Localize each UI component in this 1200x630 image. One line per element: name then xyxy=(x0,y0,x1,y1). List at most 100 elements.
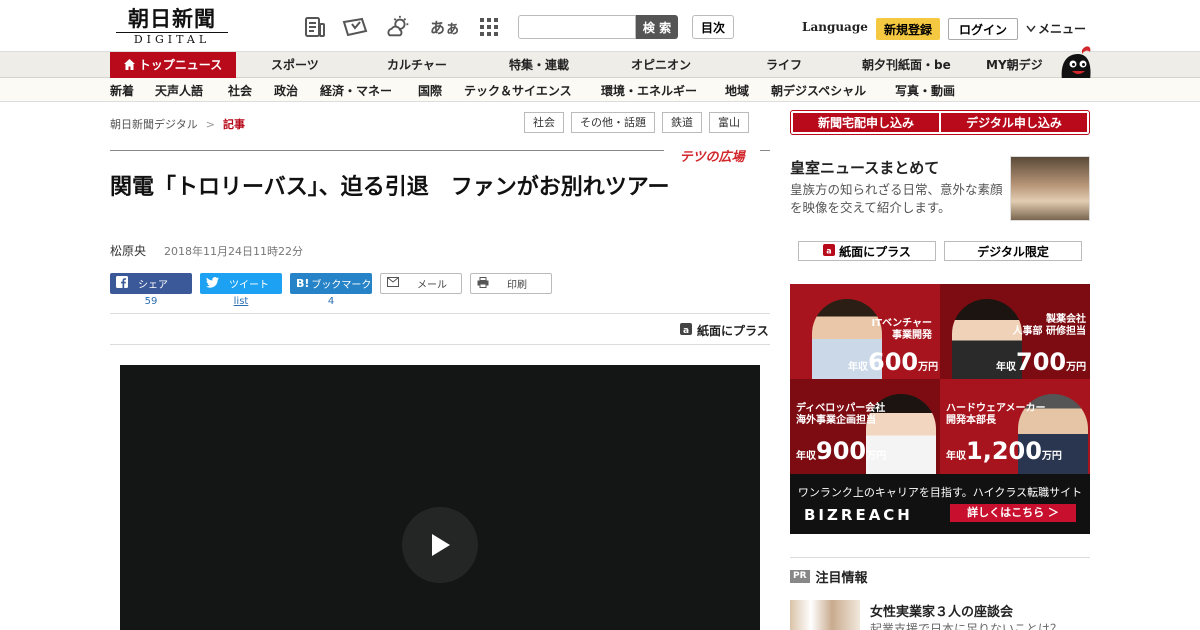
nav-culture[interactable]: カルチャー xyxy=(387,52,447,78)
tag-railway[interactable]: 鉄道 xyxy=(662,112,702,133)
weather-icon[interactable] xyxy=(386,14,412,40)
site-header: 朝日新聞 DIGITAL あぁ 検 索 目次 Language 新規登録 ログイ… xyxy=(0,0,1200,52)
subnav-economy[interactable]: 経済・マネー xyxy=(320,82,392,99)
font-size-icon[interactable]: あぁ xyxy=(430,14,460,40)
promo-thumbnail[interactable] xyxy=(1010,156,1090,221)
printer-icon xyxy=(477,276,489,291)
sidebar-paper-plus-label: 紙面にプラス xyxy=(839,244,911,259)
attention-header: PR 注目情報 xyxy=(790,567,868,586)
facebook-share-button[interactable]: シェア xyxy=(110,273,192,294)
paper-plus-label: 紙面にプラス xyxy=(697,324,769,338)
ad-salary: 年収700万円 xyxy=(996,348,1087,376)
ad-cell: 製薬会社 人事部 研修担当 年収700万円 xyxy=(940,284,1090,379)
nav-my-asahi[interactable]: MY朝デジ xyxy=(986,52,1043,78)
nav-newspaper[interactable]: 朝夕刊紙面・be xyxy=(862,52,951,78)
toc-button[interactable]: 目次 xyxy=(692,15,734,39)
mail-icon xyxy=(387,277,399,290)
sub-nav: 新着 天声人語 社会 政治 経済・マネー 国際 テック＆サイエンス 環境・エネル… xyxy=(0,78,1200,102)
nav-opinion[interactable]: オピニオン xyxy=(631,52,691,78)
subscribe-paper-button[interactable]: 新聞宅配申し込み xyxy=(793,113,939,132)
paper-plus-icon: a xyxy=(679,322,693,339)
promo-description[interactable]: 皇族方の知られざる日常、意外な素顔を映像を交えて紹介します。 xyxy=(790,181,1004,217)
nav-features[interactable]: 特集・連載 xyxy=(509,52,569,78)
paper-plus-icon: a xyxy=(823,243,836,259)
bizreach-logo: BIZREACH xyxy=(804,506,913,524)
nav-sports[interactable]: スポーツ xyxy=(271,52,319,78)
attention-item-subtitle[interactable]: 起業支援で日本に足りないことは？ xyxy=(870,620,1062,630)
subnav-society[interactable]: 社会 xyxy=(228,82,252,99)
subnav-region[interactable]: 地域 xyxy=(725,82,749,99)
digital-only-button[interactable]: デジタル限定 xyxy=(944,241,1082,261)
ticket-icon[interactable] xyxy=(342,14,368,40)
menu-button[interactable]: メニュー xyxy=(1026,20,1086,37)
sidebar-paper-plus-button[interactable]: a 紙面にプラス xyxy=(798,241,936,261)
subnav-politics[interactable]: 政治 xyxy=(274,82,298,99)
print-label: 印刷 xyxy=(507,280,527,291)
subnav-new[interactable]: 新着 xyxy=(110,82,134,99)
ad-cta-button[interactable]: 詳しくはこちら ＞ xyxy=(950,504,1076,522)
article-title: 関電「トロリーバス」、迫る引退 ファンがお別れツアー xyxy=(110,175,670,200)
mail-share-button[interactable]: メール xyxy=(380,273,462,294)
nav-item-label: トップニュース xyxy=(138,58,223,72)
play-button[interactable] xyxy=(402,507,478,583)
byline: 松原央 2018年11月24日11時22分 xyxy=(110,242,303,259)
breadcrumb-root[interactable]: 朝日新聞デジタル xyxy=(110,116,198,132)
video-player[interactable] xyxy=(120,365,760,630)
ad-role: ハードウェアメーカー 開発本部長 xyxy=(946,403,1046,426)
subnav-environment[interactable]: 環境・エネルギー xyxy=(601,82,697,99)
facebook-icon xyxy=(116,276,128,291)
twitter-icon xyxy=(206,276,219,291)
newspaper-icon[interactable] xyxy=(302,14,328,40)
print-button[interactable]: 印刷 xyxy=(470,273,552,294)
chevron-down-icon xyxy=(1026,25,1036,32)
attention-item-title[interactable]: 女性実業家３人の座談会 xyxy=(870,601,1013,620)
login-button[interactable]: ログイン xyxy=(948,18,1018,40)
nav-top-news[interactable]: トップニュース xyxy=(110,52,236,78)
paper-plus-link[interactable]: a 紙面にプラス xyxy=(679,322,769,339)
twitter-share-button[interactable]: ツイート xyxy=(200,273,282,294)
attention-thumbnail[interactable] xyxy=(790,600,860,630)
tag-society[interactable]: 社会 xyxy=(524,112,564,133)
pr-badge: PR xyxy=(790,570,810,583)
facebook-share-count: 59 xyxy=(144,296,158,307)
subnav-special[interactable]: 朝デジスペシャル xyxy=(771,82,866,99)
subscription-buttons: 新聞宅配申し込み デジタル申し込み xyxy=(790,110,1090,135)
home-icon xyxy=(123,53,135,79)
publish-date: 2018年11月24日11時22分 xyxy=(164,245,303,258)
logo-jp: 朝日新聞 xyxy=(128,6,216,31)
site-logo[interactable]: 朝日新聞 DIGITAL xyxy=(116,8,228,46)
subnav-tenseijingo[interactable]: 天声人語 xyxy=(155,82,203,99)
series-rubric[interactable]: テツの広場 xyxy=(664,146,760,165)
ad-role: ディベロッパー会社 海外事業企画担当 xyxy=(796,403,886,426)
mail-label: メール xyxy=(417,280,447,291)
promo-title[interactable]: 皇室ニュースまとめて xyxy=(790,157,939,178)
hatena-bookmark-button[interactable]: B! ブックマーク xyxy=(290,273,372,294)
twitter-share-count[interactable]: list xyxy=(200,296,282,307)
bizreach-ad[interactable]: ITベンチャー 事業開発 年収600万円 製薬会社 人事部 研修担当 年収700万円… xyxy=(790,284,1090,534)
twitter-share-label: ツイート xyxy=(229,280,269,291)
register-button[interactable]: 新規登録 xyxy=(876,18,940,40)
logo-en: DIGITAL xyxy=(116,32,228,46)
attention-divider xyxy=(790,557,1090,558)
search-button[interactable]: 検 索 xyxy=(636,15,678,39)
play-icon xyxy=(432,534,450,556)
tag-other-topics[interactable]: その他・話題 xyxy=(571,112,655,133)
apps-grid-icon[interactable] xyxy=(476,14,502,40)
search-input[interactable] xyxy=(518,15,636,39)
nav-life[interactable]: ライフ xyxy=(766,52,802,78)
ad-cell: ハードウェアメーカー 開発本部長 年収1,200万円 xyxy=(940,379,1090,474)
share-buttons: シェア ツイート B! ブックマーク メール 印刷 xyxy=(110,273,552,294)
article-tags: 社会 その他・話題 鉄道 富山 xyxy=(524,112,749,133)
subscribe-digital-button[interactable]: デジタル申し込み xyxy=(941,113,1087,132)
hatena-bookmark-count: 4 xyxy=(327,296,335,307)
hatena-icon: B! xyxy=(296,277,310,290)
hatena-bookmark-label: ブックマーク xyxy=(311,280,372,291)
ad-cell: ディベロッパー会社 海外事業企画担当 年収900万円 xyxy=(790,379,940,474)
tag-toyama[interactable]: 富山 xyxy=(709,112,749,133)
language-link[interactable]: Language xyxy=(802,20,868,34)
subnav-photo-video[interactable]: 写真・動画 xyxy=(895,82,955,99)
subnav-tech-science[interactable]: テック＆サイエンス xyxy=(464,82,572,99)
attention-title: 注目情報 xyxy=(815,571,868,586)
ad-cell: ITベンチャー 事業開発 年収600万円 xyxy=(790,284,940,379)
subnav-international[interactable]: 国際 xyxy=(418,82,442,99)
